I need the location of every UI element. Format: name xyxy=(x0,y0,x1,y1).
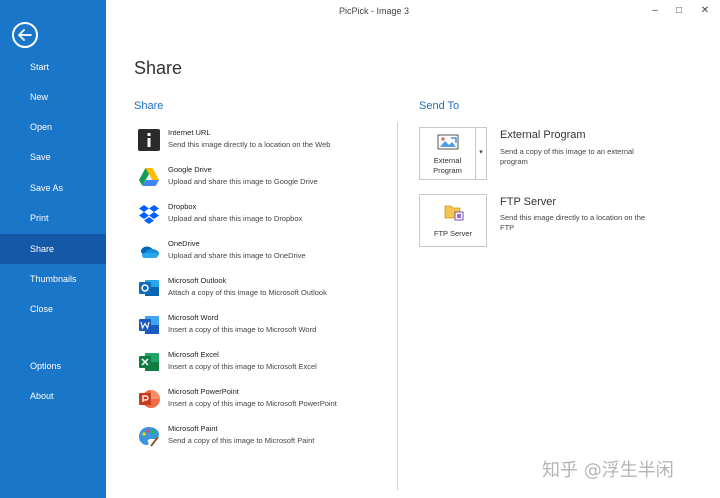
ftp-server-button[interactable]: FTP Server xyxy=(419,194,487,247)
onedrive-icon xyxy=(141,246,159,258)
external-program-desc: Send a copy of this image to an external… xyxy=(500,147,634,166)
external-program-title: External Program xyxy=(500,129,586,141)
share-item-name: Microsoft PowerPoint xyxy=(168,387,239,396)
nav-thumbnails[interactable]: Thumbnails xyxy=(0,264,106,294)
nav-about[interactable]: About xyxy=(0,381,106,411)
share-word[interactable]: Microsoft Word Insert a copy of this ima… xyxy=(138,312,390,342)
send-to-heading: Send To xyxy=(419,100,460,112)
nav-print[interactable]: Print xyxy=(0,203,106,233)
minimize-button[interactable]: – xyxy=(644,2,666,20)
sidebar: Start New Open Save Save As Print Share … xyxy=(0,0,106,498)
powerpoint-icon xyxy=(139,390,160,408)
dropbox-icon xyxy=(139,205,159,224)
share-paint[interactable]: Microsoft Paint Send a copy of this imag… xyxy=(138,423,390,453)
share-item-desc: Attach a copy of this image to Microsoft… xyxy=(168,288,327,297)
share-item-name: Internet URL xyxy=(168,128,211,137)
share-internet-url[interactable]: Internet URL Send this image directly to… xyxy=(138,127,390,157)
nav-share[interactable]: Share xyxy=(0,234,106,264)
ftp-server-tile-label: FTP Server xyxy=(433,229,473,238)
watermark: 知乎 @浮生半闲 xyxy=(542,460,674,481)
nav-close[interactable]: Close xyxy=(0,294,106,324)
share-google-drive[interactable]: Google Drive Upload and share this image… xyxy=(138,164,390,194)
outlook-icon xyxy=(139,280,159,296)
nav-new[interactable]: New xyxy=(0,82,106,112)
page-title: Share xyxy=(134,58,183,78)
maximize-button[interactable]: □ xyxy=(668,2,690,20)
ftp-folder-icon xyxy=(444,205,464,221)
share-item-name: Dropbox xyxy=(168,202,197,211)
nav-open[interactable]: Open xyxy=(0,112,106,142)
external-program-icon xyxy=(437,134,459,150)
share-item-desc: Upload and share this image to Dropbox xyxy=(168,214,303,223)
share-item-name: Google Drive xyxy=(168,165,212,174)
ftp-server-title: FTP Server xyxy=(500,196,557,208)
external-program-tile-label-2: Program xyxy=(433,166,462,175)
ftp-server-desc: Send this image directly to a location o… xyxy=(500,213,646,232)
internet-url-icon xyxy=(138,129,160,151)
share-item-desc: Upload and share this image to OneDrive xyxy=(168,251,306,260)
back-arrow-icon xyxy=(18,29,32,41)
share-heading: Share xyxy=(134,100,164,112)
paint-icon xyxy=(139,427,159,447)
share-item-name: Microsoft Word xyxy=(168,313,219,322)
share-dropbox[interactable]: Dropbox Upload and share this image to D… xyxy=(138,201,390,231)
google-drive-icon xyxy=(139,168,159,186)
window-title: PicPick - Image 3 xyxy=(338,6,410,16)
share-outlook[interactable]: Microsoft Outlook Attach a copy of this … xyxy=(138,275,390,305)
external-program-tile-label-1: External xyxy=(433,156,462,165)
share-excel[interactable]: Microsoft Excel Insert a copy of this im… xyxy=(138,349,390,379)
nav-start[interactable]: Start xyxy=(0,52,106,82)
share-item-desc: Send a copy of this image to Microsoft P… xyxy=(168,436,315,445)
back-button[interactable] xyxy=(12,22,38,48)
share-item-name: OneDrive xyxy=(168,239,200,248)
share-item-name: Microsoft Excel xyxy=(168,350,219,359)
external-program-button[interactable]: External Program xyxy=(419,127,476,180)
share-item-desc: Insert a copy of this image to Microsoft… xyxy=(168,325,317,334)
share-item-desc: Insert a copy of this image to Microsoft… xyxy=(168,362,317,371)
share-item-name: Microsoft Outlook xyxy=(168,276,227,285)
excel-icon xyxy=(139,353,159,371)
share-onedrive[interactable]: OneDrive Upload and share this image to … xyxy=(138,238,390,268)
share-item-desc: Upload and share this image to Google Dr… xyxy=(168,177,318,186)
title-bar: PicPick - Image 3 – □ ✕ xyxy=(106,0,720,22)
chevron-down-icon: ▾ xyxy=(479,149,483,156)
nav-save[interactable]: Save xyxy=(0,142,106,172)
external-program-dropdown[interactable]: ▾ xyxy=(476,127,487,180)
share-item-desc: Insert a copy of this image to Microsoft… xyxy=(168,399,337,408)
divider xyxy=(397,122,398,490)
word-icon xyxy=(139,316,159,334)
nav-options[interactable]: Options xyxy=(0,351,106,381)
share-item-name: Microsoft Paint xyxy=(168,424,218,433)
close-button[interactable]: ✕ xyxy=(694,2,716,20)
nav-save-as[interactable]: Save As xyxy=(0,173,106,203)
share-powerpoint[interactable]: Microsoft PowerPoint Insert a copy of th… xyxy=(138,386,390,416)
share-item-desc: Send this image directly to a location o… xyxy=(168,140,331,149)
